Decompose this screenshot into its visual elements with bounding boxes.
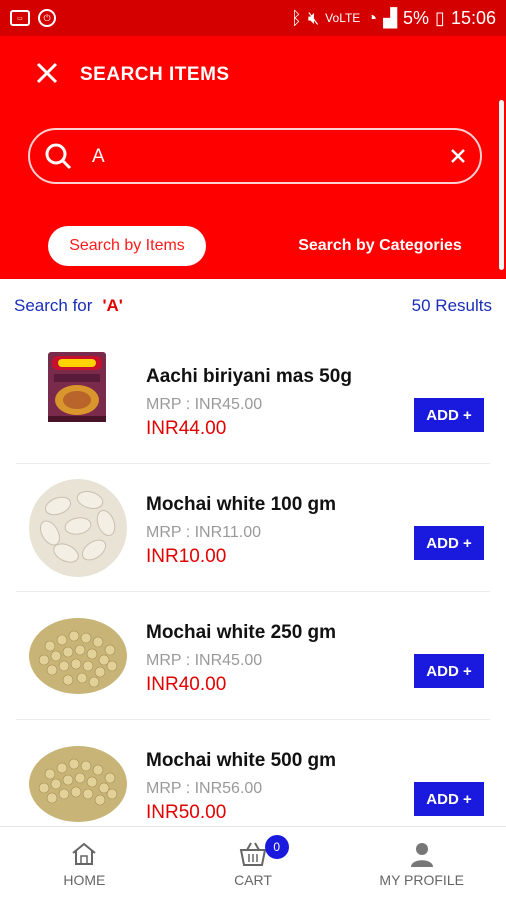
product-price: INR40.00 [146,674,227,695]
results-list: Aachi biriyani mas 50g MRP : INR45.00 IN… [0,336,506,848]
signal-icon: ▟ [383,7,398,28]
product-image [29,479,127,577]
nav-profile[interactable]: MY PROFILE [337,827,506,900]
list-item[interactable]: Mochai white 100 gm MRP : INR11.00 INR10… [16,464,490,592]
add-to-cart-button[interactable]: ADD + [414,398,484,432]
product-price: INR10.00 [146,546,227,567]
search-query: 'A' [102,296,123,315]
results-summary: Search for 'A' 50 Results [14,292,492,320]
nav-home[interactable]: HOME [0,827,169,900]
cart-count-badge: 0 [264,835,289,859]
product-image [48,352,106,422]
product-name: Mochai white 500 gm [146,750,337,771]
product-image [29,746,127,822]
add-to-cart-button[interactable]: ADD + [414,654,484,688]
list-item[interactable]: Mochai white 250 gm MRP : INR45.00 INR40… [16,592,490,720]
battery-icon: ▯ [435,7,445,28]
mute-icon: 🔇︎ [307,7,320,28]
cart-icon [239,842,267,866]
home-icon [72,842,96,865]
wifi-icon: ◔ [366,7,378,28]
search-for-label: Search for [14,296,93,315]
app-notification-icon: ▭ [10,10,30,26]
clear-icon [451,149,465,163]
nav-profile-label: MY PROFILE [379,871,464,888]
search-header: SEARCH ITEMS Search by Items Search by C… [0,36,506,279]
product-name: Mochai white 100 gm [146,494,337,515]
search-input[interactable] [92,140,432,174]
close-button[interactable] [30,56,64,90]
tab-search-by-categories[interactable]: Search by Categories [274,226,486,266]
product-mrp: MRP : INR45.00 [146,396,263,413]
tab-search-by-items[interactable]: Search by Items [48,226,206,266]
product-price: INR44.00 [146,418,227,439]
product-mrp: MRP : INR45.00 [146,652,263,669]
product-name: Mochai white 250 gm [146,622,337,643]
product-name: Aachi biriyani mas 50g [146,366,352,387]
page-title: SEARCH ITEMS [80,64,230,85]
network-label: VoLTE [325,11,361,25]
results-count: 50 Results [411,296,492,315]
battery-percent: 5% [403,7,430,28]
product-price: INR50.00 [146,802,227,823]
list-item[interactable]: Aachi biriyani mas 50g MRP : INR45.00 IN… [16,336,490,464]
status-time: 15:06 [450,7,496,28]
profile-icon [410,842,433,867]
clear-search-button[interactable] [446,144,470,168]
bottom-nav: HOME CART 0 MY PROFILE [0,826,506,900]
product-image [29,618,127,694]
product-mrp: MRP : INR56.00 [146,780,263,797]
close-icon [36,62,58,84]
bluetooth-icon: ᛒ [291,7,302,28]
nav-cart-label: CART [234,871,272,888]
search-icon [45,143,72,170]
status-bar: ▭ ⏻ ᛒ 🔇︎ VoLTE ◔ ▟ 5% ▯ 15:06 [0,0,506,36]
nav-home-label: HOME [63,871,106,888]
power-icon: ⏻ [38,9,56,27]
search-bar [28,128,482,184]
add-to-cart-button[interactable]: ADD + [414,782,484,816]
scrollbar[interactable] [499,100,504,270]
add-to-cart-button[interactable]: ADD + [414,526,484,560]
nav-cart[interactable]: CART 0 [169,827,338,900]
product-mrp: MRP : INR11.00 [146,524,262,541]
